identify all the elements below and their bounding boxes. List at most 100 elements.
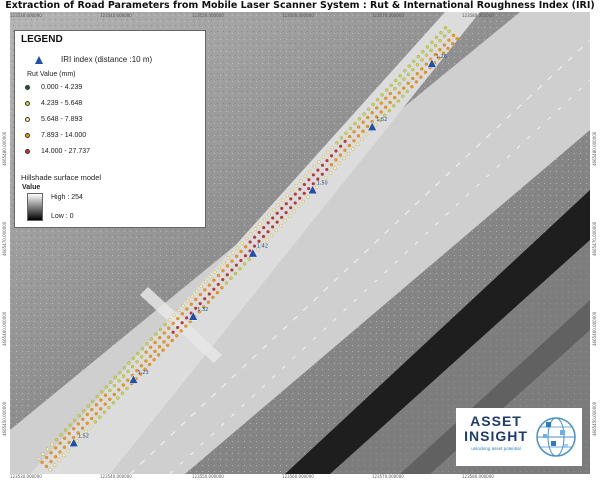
legend-hillshade-value: Value: [22, 184, 41, 191]
rut-point: [99, 407, 103, 411]
rut-point: [339, 144, 343, 148]
rut-point: [207, 283, 211, 287]
rut-point: [184, 324, 188, 328]
rut-point: [49, 460, 53, 464]
rut-point: [48, 468, 52, 472]
rut-point: [117, 388, 121, 392]
rut-point: [307, 187, 311, 191]
rut-point: [112, 384, 117, 388]
rut-point: [180, 321, 184, 325]
globe-icon: [536, 417, 576, 457]
rut-point: [240, 241, 244, 245]
rut-point: [231, 251, 235, 255]
rut-point: [321, 155, 325, 159]
rut-point: [248, 240, 252, 244]
rut-point: [52, 463, 57, 467]
rut-point: [130, 364, 135, 369]
rut-point: [380, 93, 384, 97]
rut-point: [145, 342, 149, 346]
rut-point: [113, 375, 117, 379]
rut-point: [168, 318, 172, 322]
rut-point: [94, 412, 98, 416]
rut-point: [90, 408, 94, 412]
rut-point: [342, 156, 346, 161]
rut-point: [149, 337, 154, 341]
rut-point: [405, 89, 409, 94]
rut-point: [176, 325, 180, 330]
rut-point: [239, 249, 243, 254]
rut-point: [266, 230, 270, 234]
rut-point: [324, 176, 328, 180]
rut-point: [334, 158, 338, 162]
rut-point: [328, 171, 333, 175]
rut-point: [238, 267, 242, 271]
rut-point: [271, 216, 275, 220]
rut-point: [352, 130, 356, 134]
rut-point: [397, 82, 401, 86]
rut-point: [116, 396, 120, 400]
rut-point: [94, 403, 99, 407]
rut-point: [66, 449, 70, 453]
rut-point: [267, 213, 271, 217]
rut-point: [274, 228, 278, 232]
rut-point: [153, 340, 157, 345]
rut-point: [72, 418, 77, 423]
rut-point: [311, 182, 315, 186]
rut-point: [280, 215, 284, 219]
rut-point: [36, 457, 41, 461]
rut-point: [438, 39, 442, 43]
rut-point: [59, 433, 63, 437]
rut-point: [389, 83, 393, 87]
rut-point: [415, 63, 419, 67]
rut-point: [152, 358, 156, 362]
rut-point: [280, 206, 284, 210]
rut-point: [293, 201, 297, 205]
rut-point: [335, 141, 339, 145]
rut-point: [211, 295, 215, 299]
grid-coordinate-label: 123550.000000: [192, 13, 224, 18]
rut-point: [244, 245, 248, 249]
rut-point: [68, 423, 72, 427]
rut-point: [374, 123, 378, 127]
rut-point: [167, 335, 171, 339]
rut-point: [221, 278, 225, 282]
rut-point: [204, 280, 208, 284]
rut-point: [401, 94, 405, 98]
rut-point: [402, 86, 406, 90]
rut-point: [149, 345, 153, 349]
rut-point: [292, 209, 296, 213]
rut-point: [53, 455, 58, 459]
legend-hillshade-title: Hillshade surface model: [21, 173, 102, 182]
rut-point: [153, 349, 157, 353]
rut-point: [325, 167, 329, 172]
legend: LEGEND IRI index (distance :10 m) Rut Va…: [14, 30, 206, 228]
rut-point: [185, 316, 189, 320]
rut-point: [411, 76, 415, 81]
rut-point: [396, 99, 400, 103]
legend-hillshade-high: High : 254: [51, 194, 83, 201]
rut-point: [317, 160, 321, 164]
rut-point: [159, 327, 163, 332]
rut-point: [344, 131, 348, 135]
grid-coordinate-label: 123540.000000: [100, 474, 132, 479]
rut-point: [57, 458, 61, 462]
rut-point: [170, 338, 174, 343]
rut-point: [44, 464, 49, 468]
rut-point: [302, 182, 306, 187]
rut-point: [220, 286, 224, 290]
rut-point: [376, 98, 380, 102]
rut-point: [353, 121, 357, 126]
rut-point: [189, 302, 193, 306]
rut-point: [347, 143, 351, 148]
logo-line1: ASSET: [470, 413, 522, 429]
rut-point: [100, 390, 104, 394]
rut-point: [320, 163, 325, 167]
grid-coordinate-label: 123560.000000: [282, 474, 314, 479]
rut-point: [148, 354, 153, 358]
rut-point: [420, 58, 424, 62]
rut-point: [360, 137, 364, 141]
rut-point: [76, 422, 80, 426]
rut-point: [198, 293, 202, 297]
logo-tagline: unlocking asset potential: [471, 446, 521, 451]
rut-point: [271, 225, 275, 229]
